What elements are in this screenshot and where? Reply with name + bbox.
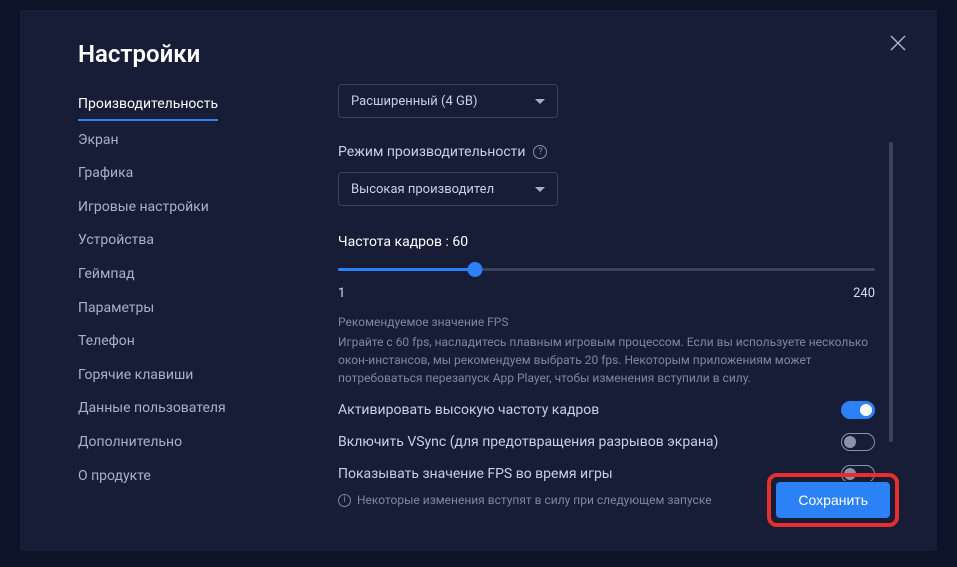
close-icon <box>889 34 907 52</box>
sidebar-item-user-data[interactable]: Данные пользователя <box>78 392 268 426</box>
sidebar-item-devices[interactable]: Устройства <box>78 224 268 258</box>
fps-slider[interactable] <box>338 260 875 280</box>
fps-label: Частота кадров : 60 <box>338 234 875 250</box>
toggle-row-vsync: Включить VSync (для предотвращения разры… <box>338 433 875 451</box>
toggle-row-high-fps: Активировать высокую частоту кадров <box>338 401 875 419</box>
toggle-label-high-fps: Активировать высокую частоту кадров <box>338 402 599 418</box>
caret-down-icon <box>535 99 545 104</box>
sidebar-item-performance[interactable]: Производительность <box>78 88 218 121</box>
fps-hint-body: Играйте с 60 fps, насладитесь плавным иг… <box>338 333 875 387</box>
sidebar-item-parameters[interactable]: Параметры <box>78 292 268 326</box>
save-button[interactable]: Сохранить <box>776 482 890 518</box>
fps-min: 1 <box>338 286 345 301</box>
save-highlight: Сохранить <box>767 473 899 527</box>
sidebar-item-game-settings[interactable]: Игровые настройки <box>78 191 268 225</box>
caret-down-icon <box>535 187 545 192</box>
sidebar-item-gamepad[interactable]: Геймпад <box>78 258 268 292</box>
perf-mode-select[interactable]: Высокая производител <box>338 172 558 206</box>
toggle-label-vsync: Включить VSync (для предотвращения разры… <box>338 434 718 450</box>
sidebar-item-about[interactable]: О продукте <box>78 460 268 494</box>
sidebar-item-advanced[interactable]: Дополнительно <box>78 426 268 460</box>
perf-mode-select-value: Высокая производител <box>351 182 494 197</box>
scrollbar[interactable] <box>889 142 893 442</box>
page-title: Настройки <box>78 40 899 68</box>
slider-thumb[interactable] <box>467 262 482 277</box>
fps-hint-title: Рекомендуемое значение FPS <box>338 315 875 329</box>
slider-fill <box>338 268 475 271</box>
fps-max: 240 <box>853 286 875 301</box>
fps-value: 60 <box>452 234 468 250</box>
sidebar-item-hotkeys[interactable]: Горячие клавиши <box>78 359 268 393</box>
footer-note-text: Некоторые изменения вступят в силу при с… <box>357 493 712 507</box>
memory-select[interactable]: Расширенный (4 GB) <box>338 84 558 118</box>
sidebar-item-screen[interactable]: Экран <box>78 124 268 158</box>
memory-select-value: Расширенный (4 GB) <box>351 94 478 109</box>
perf-mode-label: Режим производительности ? <box>338 144 875 160</box>
perf-mode-label-text: Режим производительности <box>338 144 525 160</box>
content-area: Расширенный (4 GB) Режим производительно… <box>338 84 899 527</box>
toggle-vsync[interactable] <box>841 433 875 451</box>
sidebar: Производительность Экран Графика Игровые… <box>78 84 268 527</box>
toggle-high-fps[interactable] <box>841 401 875 419</box>
sidebar-item-graphics[interactable]: Графика <box>78 157 268 191</box>
settings-body: Производительность Экран Графика Игровые… <box>78 84 899 527</box>
close-button[interactable] <box>889 34 907 52</box>
help-icon[interactable]: ? <box>533 145 547 159</box>
footer-note: i Некоторые изменения вступят в силу при… <box>338 493 712 507</box>
sidebar-item-phone[interactable]: Телефон <box>78 325 268 359</box>
settings-window: Настройки Производительность Экран Графи… <box>20 10 937 551</box>
footer: i Некоторые изменения вступят в силу при… <box>338 473 899 527</box>
slider-range: 1 240 <box>338 286 875 301</box>
scroll-region: Расширенный (4 GB) Режим производительно… <box>338 84 875 481</box>
info-icon: i <box>338 494 351 507</box>
